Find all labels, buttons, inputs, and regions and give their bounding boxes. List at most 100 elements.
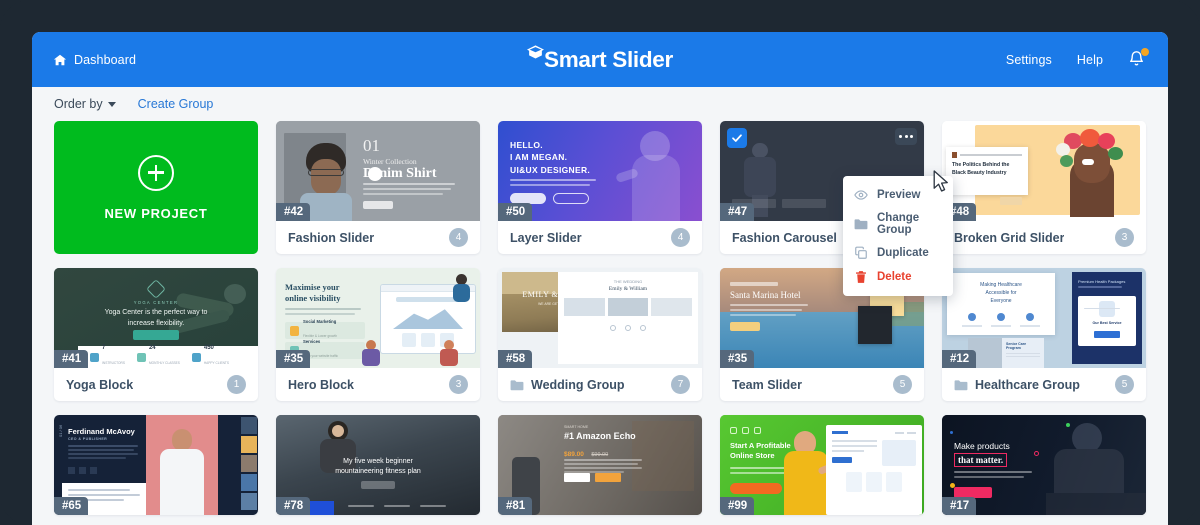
card-footer: Wedding Group 7 (498, 368, 702, 401)
trash-icon (856, 271, 866, 283)
dashboard-breadcrumb[interactable]: Dashboard (53, 53, 136, 67)
card-thumbnail[interactable]: 01 Winter Collection Denim Shirt #42 (276, 121, 480, 221)
card-title: Broken Grid Slider (954, 230, 1065, 245)
context-menu-label: Change Group (877, 212, 920, 236)
card-id-badge: #35 (720, 350, 755, 368)
card-select-checkbox[interactable] (727, 128, 747, 148)
project-grid: NEW PROJECT 01 Winter Collection Denim S… (32, 121, 1168, 515)
card-footer: Layer Slider 4 (498, 221, 702, 254)
card-menu-button[interactable] (895, 128, 917, 145)
card-id-badge: #35 (276, 350, 311, 368)
context-menu-label: Delete (877, 271, 912, 283)
thumb-line-2: I AM MEGAN. (510, 152, 568, 163)
card-thumbnail[interactable]: Maximise your online visibility Social M… (276, 268, 480, 368)
card-thumbnail[interactable]: My five week beginner mountaineering fit… (276, 415, 480, 515)
project-card[interactable]: Make products that matter. #17 (942, 415, 1146, 515)
thumb-line-1: HELLO. (510, 140, 543, 150)
thumb-number: 01 (363, 136, 380, 155)
card-context-menu: Preview Change Group Duplicate Delete (843, 176, 953, 296)
app-header: Dashboard Smart Slider Settings Help (32, 32, 1168, 87)
card-title: Hero Block (288, 377, 354, 392)
card-id-badge: #12 (942, 350, 977, 368)
card-thumbnail[interactable]: SMART HOME #1 Amazon Echo $89.00 $99.00 (498, 415, 702, 515)
project-card[interactable]: My five week beginner mountaineering fit… (276, 415, 480, 515)
context-menu-label: Duplicate (877, 247, 929, 259)
project-card[interactable]: 01 / 06 Ferdinand McAvoy CEO & PUBLISHER (54, 415, 258, 515)
card-id-badge: #50 (498, 203, 533, 221)
card-title: Layer Slider (510, 230, 582, 245)
order-by-label: Order by (54, 97, 103, 111)
card-id-badge: #17 (942, 497, 977, 515)
app-window: Dashboard Smart Slider Settings Help Ord… (32, 32, 1168, 525)
context-menu-label: Preview (877, 189, 921, 201)
card-thumbnail[interactable]: YOGA CENTER Yoga Center is the perfect w… (54, 268, 258, 368)
dashboard-label: Dashboard (74, 52, 137, 67)
stat-3: 450 (203, 345, 214, 351)
card-footer: Healthcare Group 5 (942, 368, 1146, 401)
stat-1: 7 (102, 345, 106, 351)
project-card[interactable]: SMART HOME #1 Amazon Echo $89.00 $99.00 (498, 415, 702, 515)
card-title: Healthcare Group (975, 377, 1080, 392)
card-thumbnail[interactable]: 01 / 06 Ferdinand McAvoy CEO & PUBLISHER (54, 415, 258, 515)
project-card[interactable]: YOGA CENTER Yoga Center is the perfect w… (54, 268, 258, 401)
card-count-badge: 1 (227, 375, 246, 394)
thumb-old-price: $99.00 (591, 452, 609, 458)
thumb-line-1: Making Healthcare (980, 282, 1022, 288)
card-id-badge: #58 (498, 350, 533, 368)
context-menu-item-duplicate[interactable]: Duplicate (843, 241, 953, 265)
card-footer: Hero Block 3 (276, 368, 480, 401)
settings-link[interactable]: Settings (1006, 53, 1052, 67)
card-thumbnail[interactable]: Make products that matter. #17 (942, 415, 1146, 515)
card-count-badge: 3 (449, 375, 468, 394)
card-footer: Fashion Slider 4 (276, 221, 480, 254)
thumb-line-2: Black Beauty Industry (952, 169, 1007, 176)
card-id-badge: #99 (720, 497, 755, 515)
card-id-badge: #78 (276, 497, 311, 515)
project-card[interactable]: Start A Profitable Online Store #99 (720, 415, 924, 515)
thumb-line-2: Online Store (730, 451, 775, 461)
check-icon (732, 134, 742, 142)
thumb-line-1: My five week beginner (343, 458, 413, 465)
project-card[interactable]: 01 Winter Collection Denim Shirt #42 Fas… (276, 121, 480, 254)
folder-icon (954, 379, 968, 390)
thumb-line-1: Yoga Center is the perfect way to (104, 309, 208, 316)
help-link[interactable]: Help (1077, 53, 1103, 67)
dot (904, 135, 908, 138)
dot (910, 135, 913, 138)
notification-bell-button[interactable] (1128, 48, 1149, 70)
context-menu-item-change-group[interactable]: Change Group (843, 207, 953, 241)
card-footer: Yoga Block 1 (54, 368, 258, 401)
project-card[interactable]: Maximise your online visibility Social M… (276, 268, 480, 401)
card-count-badge: 3 (1115, 228, 1134, 247)
thumb-price: $89.00 (564, 451, 584, 458)
card-thumbnail[interactable]: Premium Health Packages Our Best Service… (942, 268, 1146, 368)
card-thumbnail[interactable]: EMILY & WILLIAM WE ARE GETTING MARRIED T… (498, 268, 702, 368)
context-menu-item-preview[interactable]: Preview (843, 183, 953, 207)
card-count-badge: 5 (893, 375, 912, 394)
card-id-badge: #65 (54, 497, 89, 515)
thumb-line-3: UI&UX DESIGNER. (510, 164, 591, 175)
project-card[interactable]: The Politics Behind the Black Beauty Ind… (942, 121, 1146, 254)
project-card-group[interactable]: Premium Health Packages Our Best Service… (942, 268, 1146, 401)
thumb-line-2: mountaineering fitness plan (335, 468, 421, 476)
context-menu-item-delete[interactable]: Delete (843, 265, 953, 289)
home-icon (53, 54, 67, 65)
project-card-group[interactable]: EMILY & WILLIAM WE ARE GETTING MARRIED T… (498, 268, 702, 401)
new-project-card[interactable]: NEW PROJECT (54, 121, 258, 254)
project-card[interactable]: HELLO. I AM MEGAN. UI&UX DESIGNER. #50 L… (498, 121, 702, 254)
list-toolbar: Order by Create Group (32, 87, 1168, 121)
card-footer: Broken Grid Slider 3 (942, 221, 1146, 254)
card-id-badge: #42 (276, 203, 311, 221)
card-id-badge: #81 (498, 497, 533, 515)
card-thumbnail[interactable]: The Politics Behind the Black Beauty Ind… (942, 121, 1146, 221)
card-id-badge: #47 (720, 203, 755, 221)
thumb-line-2: that matter. (954, 453, 1008, 467)
card-thumbnail[interactable]: HELLO. I AM MEGAN. UI&UX DESIGNER. #50 (498, 121, 702, 221)
thumb-line-2: Accessible for (985, 289, 1017, 296)
card-count-badge: 4 (449, 228, 468, 247)
card-title: Fashion Slider (288, 230, 375, 245)
logo-text: Smart Slider (544, 46, 673, 72)
create-group-button[interactable]: Create Group (138, 97, 214, 111)
card-thumbnail[interactable]: Start A Profitable Online Store #99 (720, 415, 924, 515)
order-by-dropdown[interactable]: Order by (54, 97, 116, 111)
